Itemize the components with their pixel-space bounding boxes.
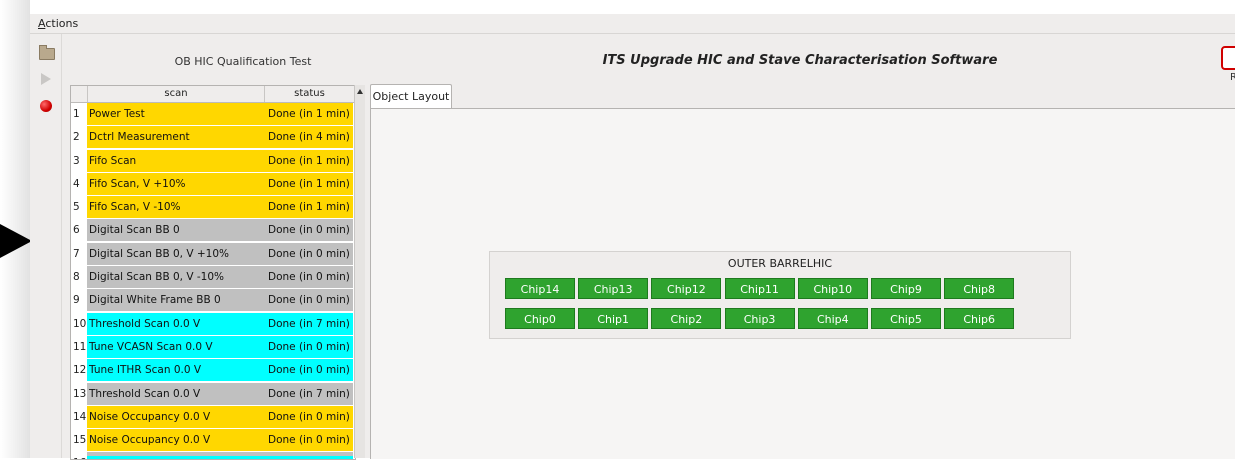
row-number: 12 — [71, 359, 87, 382]
menu-actions[interactable]: Actions — [38, 17, 78, 30]
status-cell[interactable]: Done (in 1 min) — [264, 196, 353, 219]
chip-button[interactable]: Chip5 — [871, 308, 941, 329]
object-layout-pane: OUTER BARRELHIC Chip14 Chip13 Chip12 Chip11… — [370, 108, 1235, 459]
row-number: 7 — [71, 242, 87, 265]
chip-button[interactable]: Chip1 — [578, 308, 649, 329]
chip-button[interactable]: Chip2 — [651, 308, 722, 329]
table-scrollbar[interactable] — [354, 85, 365, 458]
table-header: scan status — [71, 86, 355, 103]
table-row[interactable]: 1 Power Test Done (in 1 min) — [71, 103, 355, 127]
play-icon[interactable] — [38, 71, 54, 87]
table-row[interactable]: 2 Dctrl Measurement Done (in 4 min) — [71, 126, 355, 150]
row-number: 14 — [71, 405, 87, 428]
table-row[interactable]: 14 Noise Occupancy 0.0 V Done (in 0 min) — [71, 405, 355, 430]
scan-cell[interactable]: Tune VCASN Scan 0.0 V — [87, 335, 264, 358]
hic-title: OUTER BARRELHIC — [727, 257, 833, 270]
chip-button[interactable]: Chip8 — [944, 278, 1015, 299]
chip-button[interactable]: Chip13 — [578, 278, 649, 299]
chip-button[interactable]: Chip3 — [724, 308, 795, 329]
table-row[interactable]: 8 Digital Scan BB 0, V -10% Done (in 0 min… — [71, 266, 355, 290]
scan-cell[interactable]: Fifo Scan — [87, 149, 264, 172]
menu-bar: Actions — [30, 14, 1235, 34]
scan-cell[interactable]: Digital White Frame BB 0 — [87, 289, 264, 312]
row-number: 15 — [71, 429, 87, 452]
table-row[interactable]: 5 Fifo Scan, V -10% Done (in 1 min) — [71, 196, 355, 220]
row-number: 10 — [71, 312, 87, 335]
hic-group: OUTER BARRELHIC Chip14 Chip13 Chip12 Chip11… — [489, 251, 1071, 339]
row-number: 6 — [71, 219, 87, 242]
table-row[interactable]: 7 Digital Scan BB 0, V +10% Done (in 0 min… — [71, 242, 355, 267]
main-window: Actions OB HIC Qualification Test ITS Up… — [30, 14, 1235, 460]
scan-cell[interactable]: Digital Scan BB 0 — [87, 219, 264, 242]
open-folder-icon[interactable] — [38, 44, 55, 60]
row-number: 8 — [71, 266, 87, 289]
scan-cell[interactable]: Threshold Scan 0.0 V — [87, 312, 264, 335]
table-row[interactable]: 15 Noise Occupancy 0.0 V Done (in 0 min) — [71, 429, 355, 453]
corner-label: R — [1230, 72, 1235, 83]
table-row[interactable]: 9 Digital White Frame BB 0 Done (in 0 min) — [71, 289, 355, 313]
row-number: 13 — [71, 382, 87, 405]
stop-icon[interactable] — [1221, 46, 1235, 70]
row-number: 1 — [71, 103, 87, 125]
chip-button[interactable]: Chip11 — [724, 278, 795, 299]
row-number: 11 — [71, 335, 87, 358]
table-row[interactable]: 11 Tune VCASN Scan 0.0 V Done (in 0 min) — [71, 335, 355, 360]
status-cell[interactable]: Done (in 7 min) — [264, 312, 353, 335]
status-cell[interactable]: Done (in 0 min) — [264, 289, 353, 312]
status-cell[interactable]: Done (in 0 min) — [264, 266, 353, 289]
status-cell[interactable]: Done (in 0 min) — [264, 219, 353, 242]
row-number: 16 — [71, 452, 87, 459]
record-icon[interactable] — [38, 98, 54, 114]
test-title: OB HIC Qualification Test — [174, 55, 312, 68]
row-number: 4 — [71, 172, 87, 195]
row-number: 3 — [71, 149, 87, 172]
table-row[interactable]: 12 Tune ITHR Scan 0.0 V Done (in 0 min) — [71, 359, 355, 383]
toolbar — [30, 34, 60, 458]
tab-object-layout[interactable]: Object Layout — [370, 84, 452, 109]
chip-button[interactable]: Chip4 — [797, 308, 868, 329]
row-number: 2 — [71, 126, 87, 149]
status-cell[interactable]: Done (in 0 min) — [264, 242, 353, 265]
table-row[interactable]: 10 Threshold Scan 0.0 V Done (in 7 min) — [71, 312, 355, 336]
table-row[interactable]: 13 Threshold Scan 0.0 V Done (in 7 min) — [71, 382, 355, 406]
column-header-status[interactable]: status — [264, 86, 354, 102]
status-cell[interactable]: Done (in 1 min) — [264, 103, 353, 125]
table-row[interactable]: 3 Fifo Scan Done (in 1 min) — [71, 149, 355, 173]
scan-cell[interactable]: Threshold Scan 0.0 V — [87, 382, 264, 405]
table-row[interactable]: 6 Digital Scan BB 0 Done (in 0 min) — [71, 219, 355, 243]
column-header-scan[interactable]: scan — [87, 86, 264, 102]
scan-cell[interactable]: Noise Occupancy 0.0 V — [87, 405, 264, 428]
chip-button[interactable]: Chip10 — [797, 278, 868, 299]
status-cell[interactable]: Done (in 0 min) — [264, 405, 353, 428]
pointer-arrow-icon — [0, 224, 32, 258]
scroll-up-icon[interactable] — [357, 89, 363, 94]
scan-table: scan status 1 Power Test Done (in 1 min) 2 D… — [70, 85, 356, 460]
status-cell[interactable]: Done (in 0 min) — [264, 359, 353, 382]
app-title: ITS Upgrade HIC and Stave Characterisati… — [602, 53, 998, 68]
scan-cell[interactable]: Power Test — [87, 103, 264, 125]
scan-cell[interactable]: Noise Occupancy 0.0 V — [87, 429, 264, 452]
status-cell[interactable]: Done (in 1 min) — [264, 172, 353, 195]
scan-cell[interactable]: Digital Scan BB 0, V -10% — [87, 266, 264, 289]
toolbar-divider — [61, 34, 62, 458]
scan-cell[interactable]: Fifo Scan, V -10% — [87, 196, 264, 219]
scan-cell[interactable]: Tune ITHR Scan 0.0 V — [87, 359, 264, 382]
chip-button[interactable]: Chip0 — [505, 308, 575, 329]
table-row[interactable]: 4 Fifo Scan, V +10% Done (in 1 min) — [71, 172, 355, 197]
row-number: 9 — [71, 289, 87, 312]
scan-cell[interactable]: Digital Scan BB 0, V +10% — [87, 242, 264, 265]
chip-button[interactable]: Chip14 — [505, 278, 575, 299]
chip-button[interactable]: Chip9 — [871, 278, 941, 299]
status-cell[interactable]: Done (in 1 min) — [264, 149, 353, 172]
status-cell[interactable]: Done (in 0 min) — [264, 335, 353, 358]
scan-cell[interactable]: Fifo Scan, V +10% — [87, 172, 264, 195]
status-cell[interactable]: Done (in 7 min) — [264, 382, 353, 405]
scan-cell[interactable]: Dctrl Measurement — [87, 126, 264, 149]
status-cell[interactable]: Done (in 0 min) — [264, 429, 353, 452]
status-cell[interactable]: Done (in 4 min) — [264, 126, 353, 149]
table-body: 1 Power Test Done (in 1 min) 2 Dctrl Measure… — [71, 103, 355, 459]
chip-button[interactable]: Chip12 — [651, 278, 722, 299]
row-number: 5 — [71, 196, 87, 219]
chip-button[interactable]: Chip6 — [944, 308, 1015, 329]
